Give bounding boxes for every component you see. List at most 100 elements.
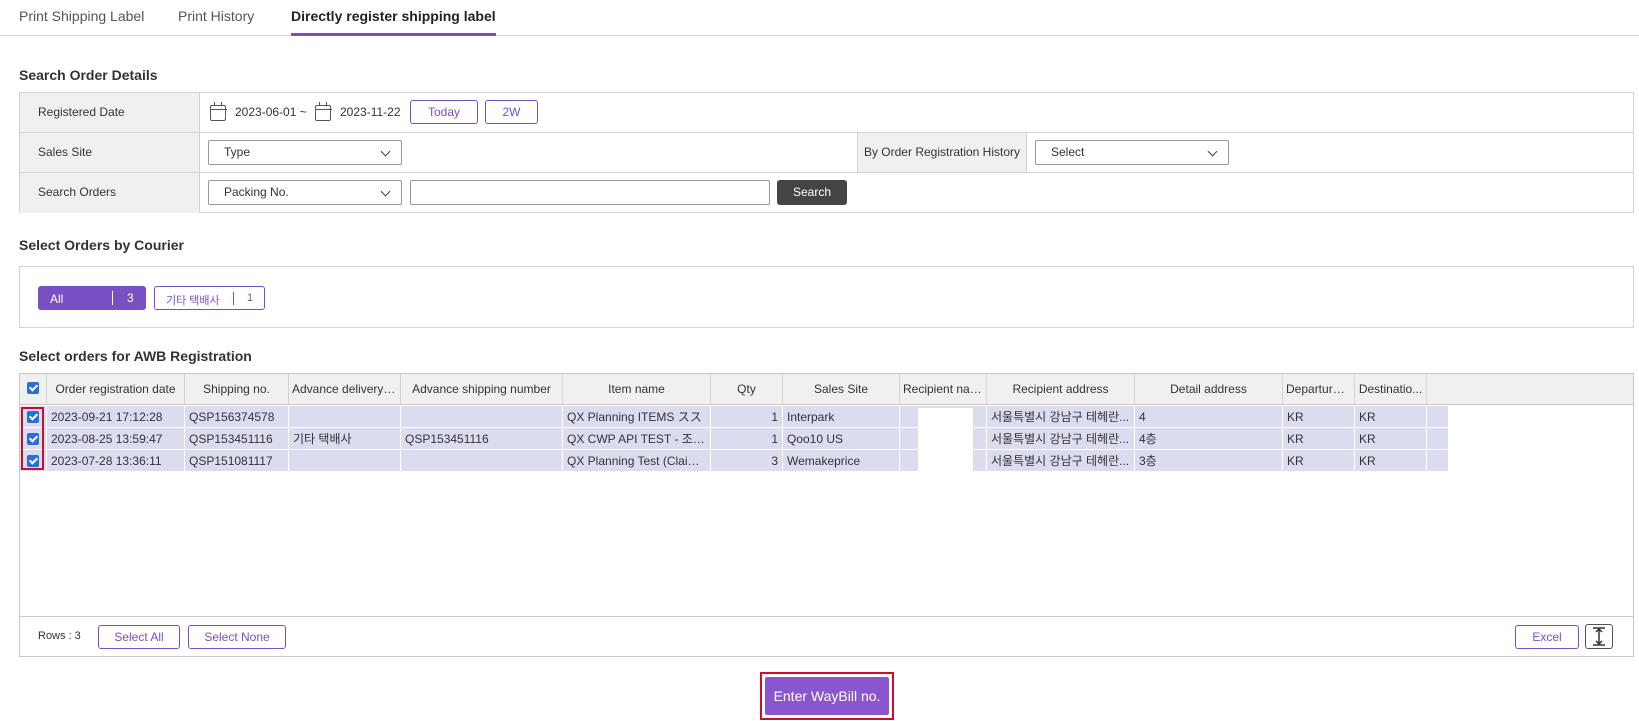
column-header[interactable]: Order registration date — [47, 374, 185, 405]
column-header[interactable]: Advance delivery c... — [289, 374, 401, 405]
grid-footer: Rows : 3 Select All Select None Excel — [20, 616, 1633, 656]
cell-advance-number — [401, 406, 563, 428]
courier-filter-box: All 3 기타 택배사 1 — [19, 266, 1634, 328]
courier-chip-other[interactable]: 기타 택배사 1 — [154, 286, 265, 310]
cell-qty: 1 — [711, 406, 783, 428]
select-none-button[interactable]: Select None — [188, 625, 286, 649]
two-week-button[interactable]: 2W — [485, 100, 538, 124]
checkbox-highlight-box — [21, 407, 44, 470]
search-orders-row: Search Orders Packing No. Search — [20, 173, 1633, 213]
search-orders-label: Search Orders — [20, 173, 200, 213]
date-to-field[interactable]: 2023-11-22 — [340, 105, 401, 119]
cell-order-date: 2023-07-28 13:36:11 — [47, 450, 185, 472]
excel-button[interactable]: Excel — [1515, 625, 1579, 649]
chevron-down-icon — [1207, 146, 1218, 157]
header-checkbox-cell — [20, 374, 47, 405]
cell-shipping-no: QSP153451116 — [185, 428, 289, 450]
cell-departure: KR — [1283, 450, 1355, 472]
cell-advance-courier: 기타 택배사 — [289, 428, 401, 450]
cell-sales-site: Wemakeprice — [783, 450, 900, 472]
calendar-icon[interactable] — [314, 102, 332, 121]
enter-waybill-button[interactable]: Enter WayBill no. — [765, 677, 889, 715]
chip-divider — [233, 292, 234, 305]
select-all-checkbox[interactable] — [27, 382, 39, 394]
cell-detail-address: 4 — [1135, 406, 1283, 428]
search-type-select[interactable]: Packing No. — [208, 180, 402, 205]
table-row[interactable]: 2023-08-25 13:59:47 QSP153451116 기타 택배사 … — [20, 428, 1448, 450]
calendar-icon[interactable] — [209, 102, 227, 121]
order-history-select-value: Select — [1051, 145, 1085, 159]
tab-directly-register-shipping-label[interactable]: Directly register shipping label — [291, 8, 496, 36]
date-from-field[interactable]: 2023-06-01 ~ — [235, 105, 307, 119]
search-type-select-value: Packing No. — [224, 185, 289, 199]
search-button[interactable]: Search — [777, 180, 847, 205]
chevron-down-icon — [380, 186, 391, 197]
registered-date-label: Registered Date — [20, 93, 200, 132]
table-row[interactable]: 2023-09-21 17:12:28 QSP156374578 QX Plan… — [20, 406, 1448, 428]
search-input[interactable] — [410, 180, 770, 205]
cell-detail-address: 4층 — [1135, 428, 1283, 450]
sales-site-select[interactable]: Type — [208, 140, 402, 165]
column-header[interactable]: Recipient name — [900, 374, 987, 405]
select-all-button[interactable]: Select All — [98, 625, 180, 649]
column-header[interactable]: Shipping no. — [185, 374, 289, 405]
cell-qty: 3 — [711, 450, 783, 472]
column-header[interactable]: Sales Site — [783, 374, 900, 405]
tab-bar: Print Shipping Label Print History Direc… — [0, 0, 1639, 36]
tab-print-shipping-label[interactable]: Print Shipping Label — [19, 8, 144, 36]
cell-recipient-address: 서울특별시 강남구 테헤란... — [987, 450, 1135, 472]
cell-sales-site: Interpark — [783, 406, 900, 428]
cell-recipient-address: 서울특별시 강남구 테헤란... — [987, 428, 1135, 450]
registered-date-row: Registered Date 2023-06-01 ~ 2023-11-22 … — [20, 93, 1633, 133]
column-header[interactable]: Qty — [711, 374, 783, 405]
cell-advance-courier — [289, 450, 401, 472]
expand-height-button[interactable] — [1585, 624, 1613, 649]
order-history-label: By Order Registration History — [857, 133, 1027, 172]
column-header[interactable]: Detail address — [1135, 374, 1283, 405]
cell-order-date: 2023-09-21 17:12:28 — [47, 406, 185, 428]
column-header[interactable]: Destinatio... — [1355, 374, 1427, 405]
cell-qty: 1 — [711, 428, 783, 450]
masked-recipient-block — [918, 408, 973, 472]
column-header[interactable]: Recipient address — [987, 374, 1135, 405]
cell-destination: KR — [1355, 406, 1427, 428]
table-row[interactable]: 2023-07-28 13:36:11 QSP151081117 QX Plan… — [20, 450, 1448, 472]
today-button[interactable]: Today — [410, 100, 478, 124]
order-history-select[interactable]: Select — [1035, 140, 1229, 165]
cell-departure: KR — [1283, 406, 1355, 428]
cell-recipient-address: 서울특별시 강남구 테헤란... — [987, 406, 1135, 428]
search-section-title: Search Order Details — [19, 67, 158, 83]
awb-section-title: Select orders for AWB Registration — [19, 348, 252, 364]
chevron-down-icon — [380, 146, 391, 157]
cell-item-name: QX Planning ITEMS スス — [563, 406, 711, 428]
courier-chip-count: 3 — [127, 291, 134, 305]
cell-sales-site: Qoo10 US — [783, 428, 900, 450]
cell-item-name: QX CWP API TEST - 조합... — [563, 428, 711, 450]
column-header[interactable]: Item name — [563, 374, 711, 405]
cell-destination: KR — [1355, 450, 1427, 472]
cell-advance-courier — [289, 406, 401, 428]
grid-header: Order registration date Shipping no. Adv… — [20, 374, 1633, 405]
chip-divider — [112, 291, 113, 305]
expand-vertical-icon — [1593, 627, 1605, 646]
cell-shipping-no: QSP156374578 — [185, 406, 289, 428]
cell-shipping-no: QSP151081117 — [185, 450, 289, 472]
column-header[interactable]: Advance shipping number — [401, 374, 563, 405]
cell-detail-address: 3층 — [1135, 450, 1283, 472]
row-count: Rows : 3 — [38, 630, 81, 642]
courier-chip-all[interactable]: All 3 — [38, 286, 146, 310]
courier-section-title: Select Orders by Courier — [19, 237, 184, 253]
sales-site-label: Sales Site — [20, 133, 200, 172]
cell-advance-number — [401, 450, 563, 472]
column-header[interactable]: Departure ... — [1283, 374, 1355, 405]
orders-grid: Order registration date Shipping no. Adv… — [19, 373, 1634, 657]
cell-destination: KR — [1355, 428, 1427, 450]
search-form: Registered Date 2023-06-01 ~ 2023-11-22 … — [19, 92, 1634, 213]
courier-chip-count: 1 — [247, 292, 254, 304]
courier-chip-label: All — [50, 292, 64, 306]
sales-site-row: Sales Site Type By Order Registration Hi… — [20, 133, 1633, 173]
tab-print-history[interactable]: Print History — [178, 8, 254, 36]
courier-chip-label: 기타 택배사 — [166, 295, 220, 307]
cell-departure: KR — [1283, 428, 1355, 450]
sales-site-select-value: Type — [224, 145, 251, 159]
